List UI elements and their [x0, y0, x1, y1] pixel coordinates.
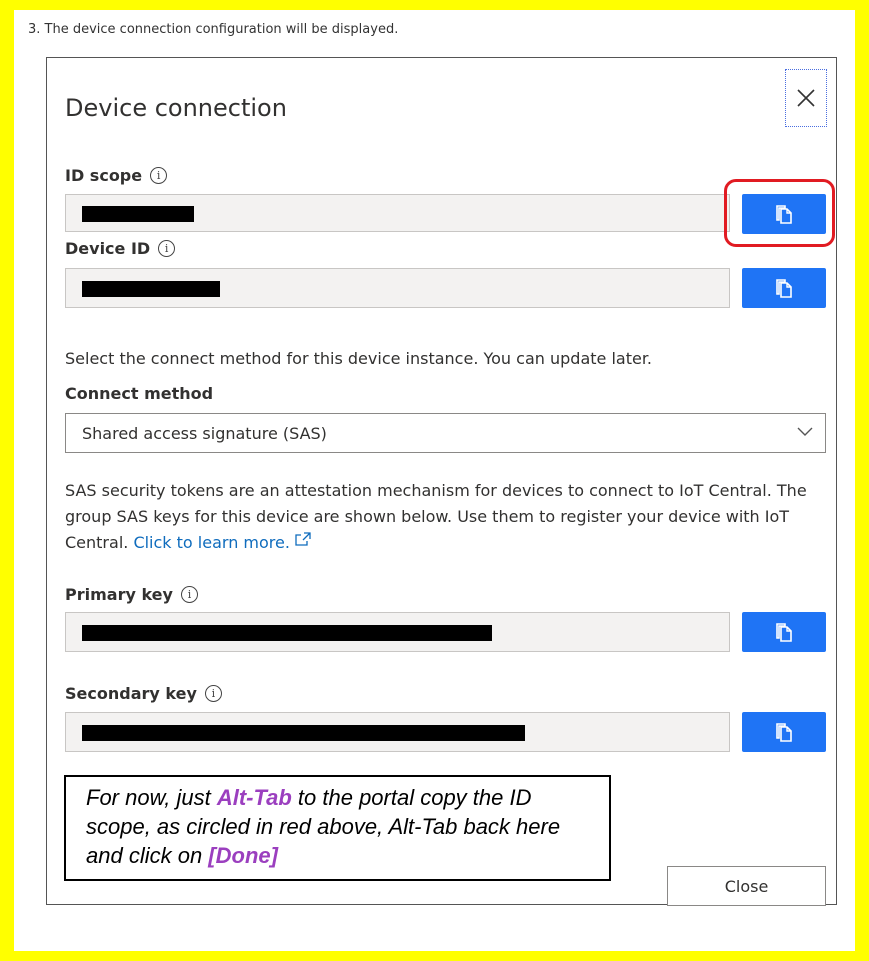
external-link-icon[interactable]	[295, 532, 311, 546]
id-scope-label-text: ID scope	[65, 166, 143, 185]
secondary-key-label: Secondary key i	[65, 684, 222, 703]
page: 3. The device connection configuration w…	[14, 10, 855, 951]
callout-alt-tab: Alt-Tab	[216, 785, 292, 810]
red-highlight-circle	[724, 179, 835, 247]
copy-secondary-key-button[interactable]	[742, 712, 826, 752]
device-connection-dialog: Device connection ID scope i Device ID i S…	[46, 57, 837, 906]
info-icon[interactable]: i	[150, 167, 168, 184]
callout-done: [Done]	[208, 843, 278, 868]
secondary-key-label-text: Secondary key	[65, 684, 197, 703]
learn-more-link[interactable]: Click to learn more.	[133, 533, 290, 552]
primary-key-field	[65, 612, 730, 652]
device-id-label-text: Device ID	[65, 239, 151, 258]
primary-key-label-text: Primary key	[65, 585, 173, 604]
copy-device-id-button[interactable]	[742, 268, 826, 308]
redacted-value	[82, 625, 492, 641]
id-scope-field	[65, 194, 730, 232]
connect-method-select[interactable]: Shared access signature (SAS)	[65, 413, 826, 453]
sas-description: SAS security tokens are an attestation m…	[65, 478, 815, 556]
copy-icon	[776, 279, 792, 298]
copy-primary-key-button[interactable]	[742, 612, 826, 652]
connect-method-label: Connect method	[65, 384, 214, 403]
redacted-value	[82, 725, 525, 741]
id-scope-label: ID scope i	[65, 166, 168, 185]
info-icon[interactable]: i	[158, 240, 176, 257]
connect-method-value: Shared access signature (SAS)	[82, 423, 327, 443]
close-icon[interactable]	[785, 69, 827, 127]
chevron-down-icon	[797, 427, 813, 436]
callout-text: For now, just	[86, 785, 217, 810]
info-icon[interactable]: i	[204, 685, 222, 702]
primary-key-label: Primary key i	[65, 585, 198, 604]
redacted-value	[82, 206, 194, 222]
copy-icon	[776, 623, 792, 642]
device-id-field	[65, 268, 730, 308]
copy-icon	[776, 723, 792, 742]
device-id-label: Device ID i	[65, 239, 176, 258]
secondary-key-field	[65, 712, 730, 752]
connect-instruction: Select the connect method for this devic…	[65, 349, 653, 368]
instruction-callout: For now, just Alt-Tab to the portal copy…	[64, 775, 611, 881]
step-instruction: 3. The device connection configuration w…	[28, 22, 399, 37]
dialog-title: Device connection	[65, 94, 287, 122]
info-icon[interactable]: i	[180, 586, 198, 603]
close-button[interactable]: Close	[667, 866, 826, 906]
redacted-value	[82, 281, 220, 297]
